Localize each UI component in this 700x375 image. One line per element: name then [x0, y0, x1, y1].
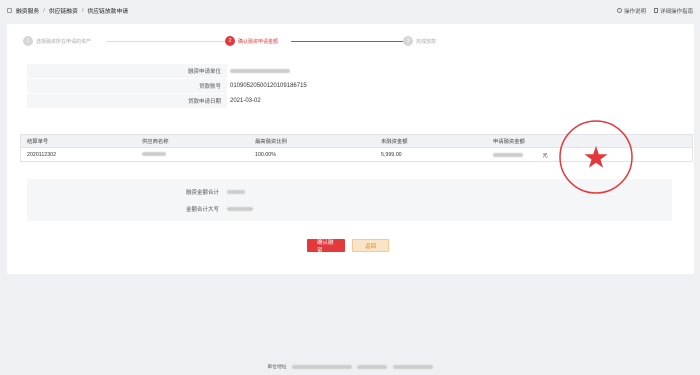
guide-link[interactable]: 详细操作指南 [653, 7, 693, 15]
column-header: 结算单号 [27, 139, 49, 145]
step-label: 确认融资申请金额 [238, 38, 279, 45]
column-header: 供应商名称 [142, 139, 169, 145]
loan-no-label: 贷款账号 [198, 84, 221, 90]
step-number: 3 [403, 36, 413, 46]
info-row-date: 贷款申请日期 2021-03-02 [27, 94, 672, 109]
footer: 单位地址 [0, 363, 700, 370]
breadcrumb-separator: / [43, 7, 45, 14]
star-icon [584, 146, 608, 168]
help-link-label: 操作说明 [623, 8, 646, 15]
breadcrumb-item: 供应链放款申请 [87, 9, 129, 15]
info-row-loan-no: 贷款账号 01090520500120109186715 [27, 79, 672, 94]
upper-label: 金额合计大写 [185, 206, 219, 213]
order-no-cell: 2020112302 [27, 151, 57, 158]
step-3: 3 完成放款 [403, 36, 436, 46]
amount-input[interactable] [493, 152, 523, 157]
loan-info: 融资申请单位 贷款账号 01090520500120109186715 贷款申请… [27, 64, 672, 109]
step-connector [106, 41, 226, 42]
step-label: 完成放款 [416, 38, 437, 45]
top-links: 操作说明 详细操作指南 [616, 7, 693, 15]
redacted-text [227, 189, 245, 194]
step-connector [291, 41, 403, 42]
date-value: 2021-03-02 [227, 94, 672, 108]
breadcrumb-item[interactable]: 供应链融资 [49, 6, 78, 15]
redacted-text [357, 364, 388, 369]
stamp-annotation [559, 120, 633, 194]
document-icon [653, 8, 658, 13]
date-label: 贷款申请日期 [187, 99, 221, 105]
help-icon [616, 8, 622, 13]
unfunded-cell: 5,999.00 [381, 151, 402, 158]
ratio-cell: 100.00% [255, 151, 276, 158]
redacted-text [142, 151, 166, 156]
guide-link-label: 详细操作指南 [659, 8, 693, 15]
breadcrumb-item[interactable]: 融资服务 [16, 6, 39, 15]
breadcrumb-separator: / [81, 7, 84, 14]
action-buttons: 确认融资 返回 [307, 239, 389, 254]
step-2: 2 确认融资申请金额 [225, 36, 278, 46]
total-label: 融资金额合计 [185, 189, 219, 196]
org-label: 融资申请单位 [187, 69, 221, 75]
step-label: 选择融资所在申请的资产 [36, 38, 92, 45]
footer-label: 单位地址 [267, 365, 287, 370]
home-icon [7, 8, 12, 13]
column-header: 最高融资比例 [255, 139, 287, 145]
step-indicator: 1 选择融资所在申请的资产 2 确认融资申请金额 3 完成放款 [23, 36, 453, 48]
step-number: 1 [23, 36, 33, 46]
summary-row-upper: 金额合计大写 [27, 200, 672, 217]
supplier-cell [136, 151, 249, 158]
column-header: 未融资金额 [381, 139, 408, 145]
org-value [227, 64, 672, 78]
help-link[interactable]: 操作说明 [616, 7, 646, 15]
redacted-text [230, 69, 290, 73]
step-number: 2 [225, 36, 235, 46]
step-1: 1 选择融资所在申请的资产 [23, 36, 91, 46]
redacted-text [291, 364, 352, 369]
confirm-financing-button[interactable]: 确认融资 [307, 239, 345, 254]
main-panel: 1 选择融资所在申请的资产 2 确认融资申请金额 3 完成放款 融资申请单位 贷… [7, 24, 694, 274]
breadcrumb: 融资服务 / 供应链融资 / 供应链放款申请 [7, 6, 128, 15]
info-row-org: 融资申请单位 [27, 64, 672, 79]
redacted-text [227, 206, 253, 211]
top-bar: 融资服务 / 供应链融资 / 供应链放款申请 操作说明 详细操作指南 [0, 0, 700, 21]
redacted-text [392, 364, 433, 369]
unit-label: 元 [542, 152, 548, 159]
loan-no-value: 01090520500120109186715 [227, 79, 672, 93]
back-button[interactable]: 返回 [352, 239, 389, 252]
